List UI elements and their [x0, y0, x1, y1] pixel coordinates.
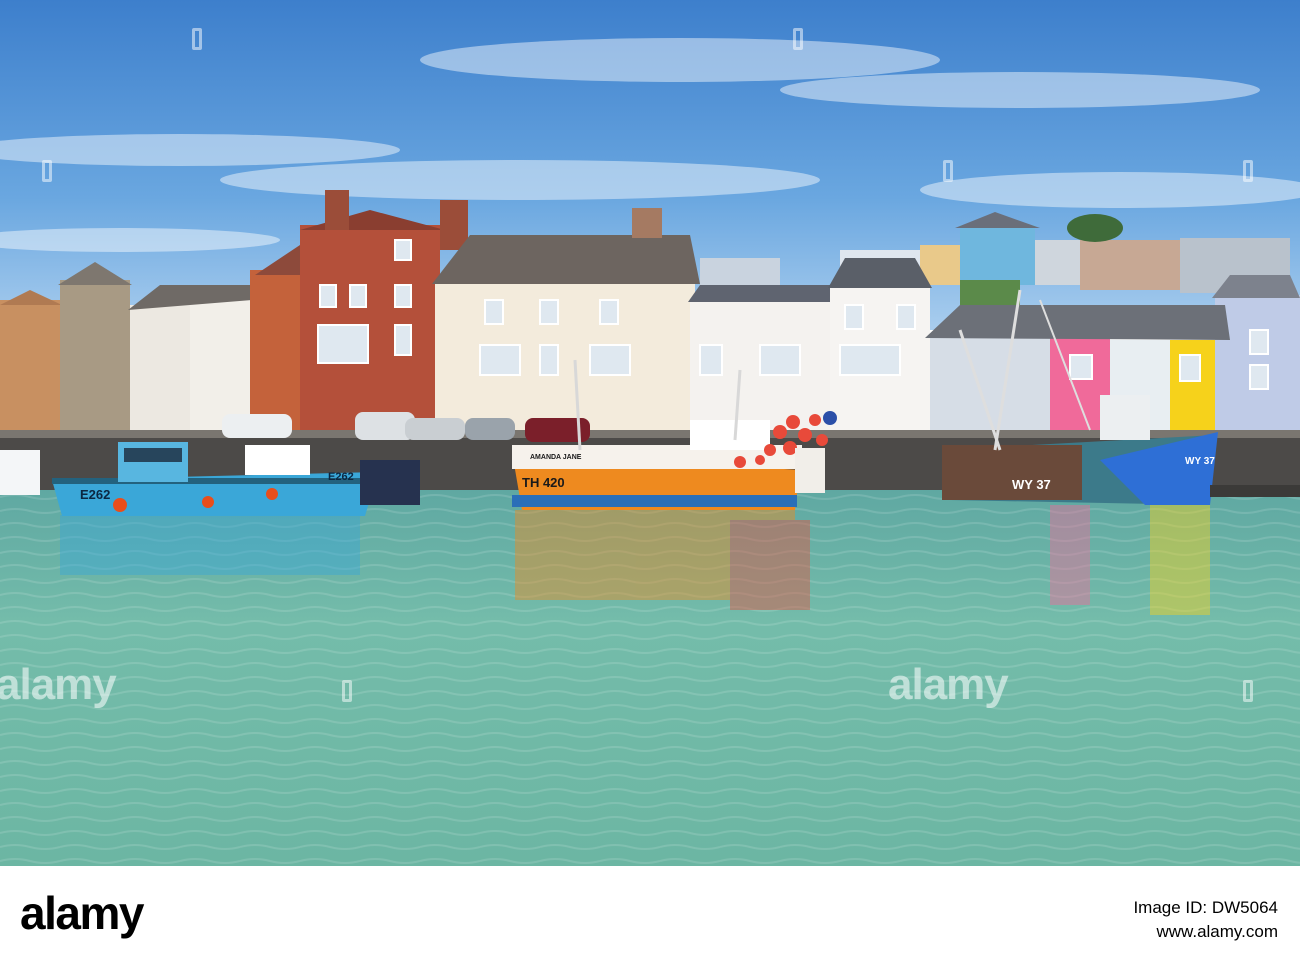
- svg-text:WY 37: WY 37: [1185, 456, 1215, 467]
- watermark-mark: [342, 680, 352, 702]
- svg-text:E262: E262: [80, 487, 110, 502]
- image-id: Image ID: DW5064: [1133, 898, 1278, 917]
- svg-text:AMANDA JANE: AMANDA JANE: [530, 454, 582, 461]
- white-boat: [0, 450, 40, 495]
- svg-text:TH 420: TH 420: [522, 475, 565, 490]
- watermark-mark: [42, 160, 52, 182]
- stock-footer: alamy Image ID: DW5064 www.alamy.com: [0, 866, 1300, 956]
- watermark-right: alamy: [888, 660, 1009, 709]
- watermark-mark: [943, 160, 953, 182]
- watermark-mark: [793, 28, 803, 50]
- alamy-logo: alamy: [20, 887, 144, 939]
- watermark-mark: [192, 28, 202, 50]
- dark-boat: [360, 460, 420, 505]
- pontoon: [1210, 485, 1300, 497]
- svg-text:E262: E262: [328, 471, 354, 483]
- svg-text:WY 37: WY 37: [1012, 477, 1051, 492]
- site-url: www.alamy.com: [1156, 922, 1278, 941]
- watermark-left: alamy: [0, 660, 117, 709]
- harbour-photo: E262 E262 TH 420 AMANDA JANE WY 37 WY 37: [0, 0, 1300, 866]
- watermark-mark: [1243, 160, 1253, 182]
- watermark-mark: [1243, 680, 1253, 702]
